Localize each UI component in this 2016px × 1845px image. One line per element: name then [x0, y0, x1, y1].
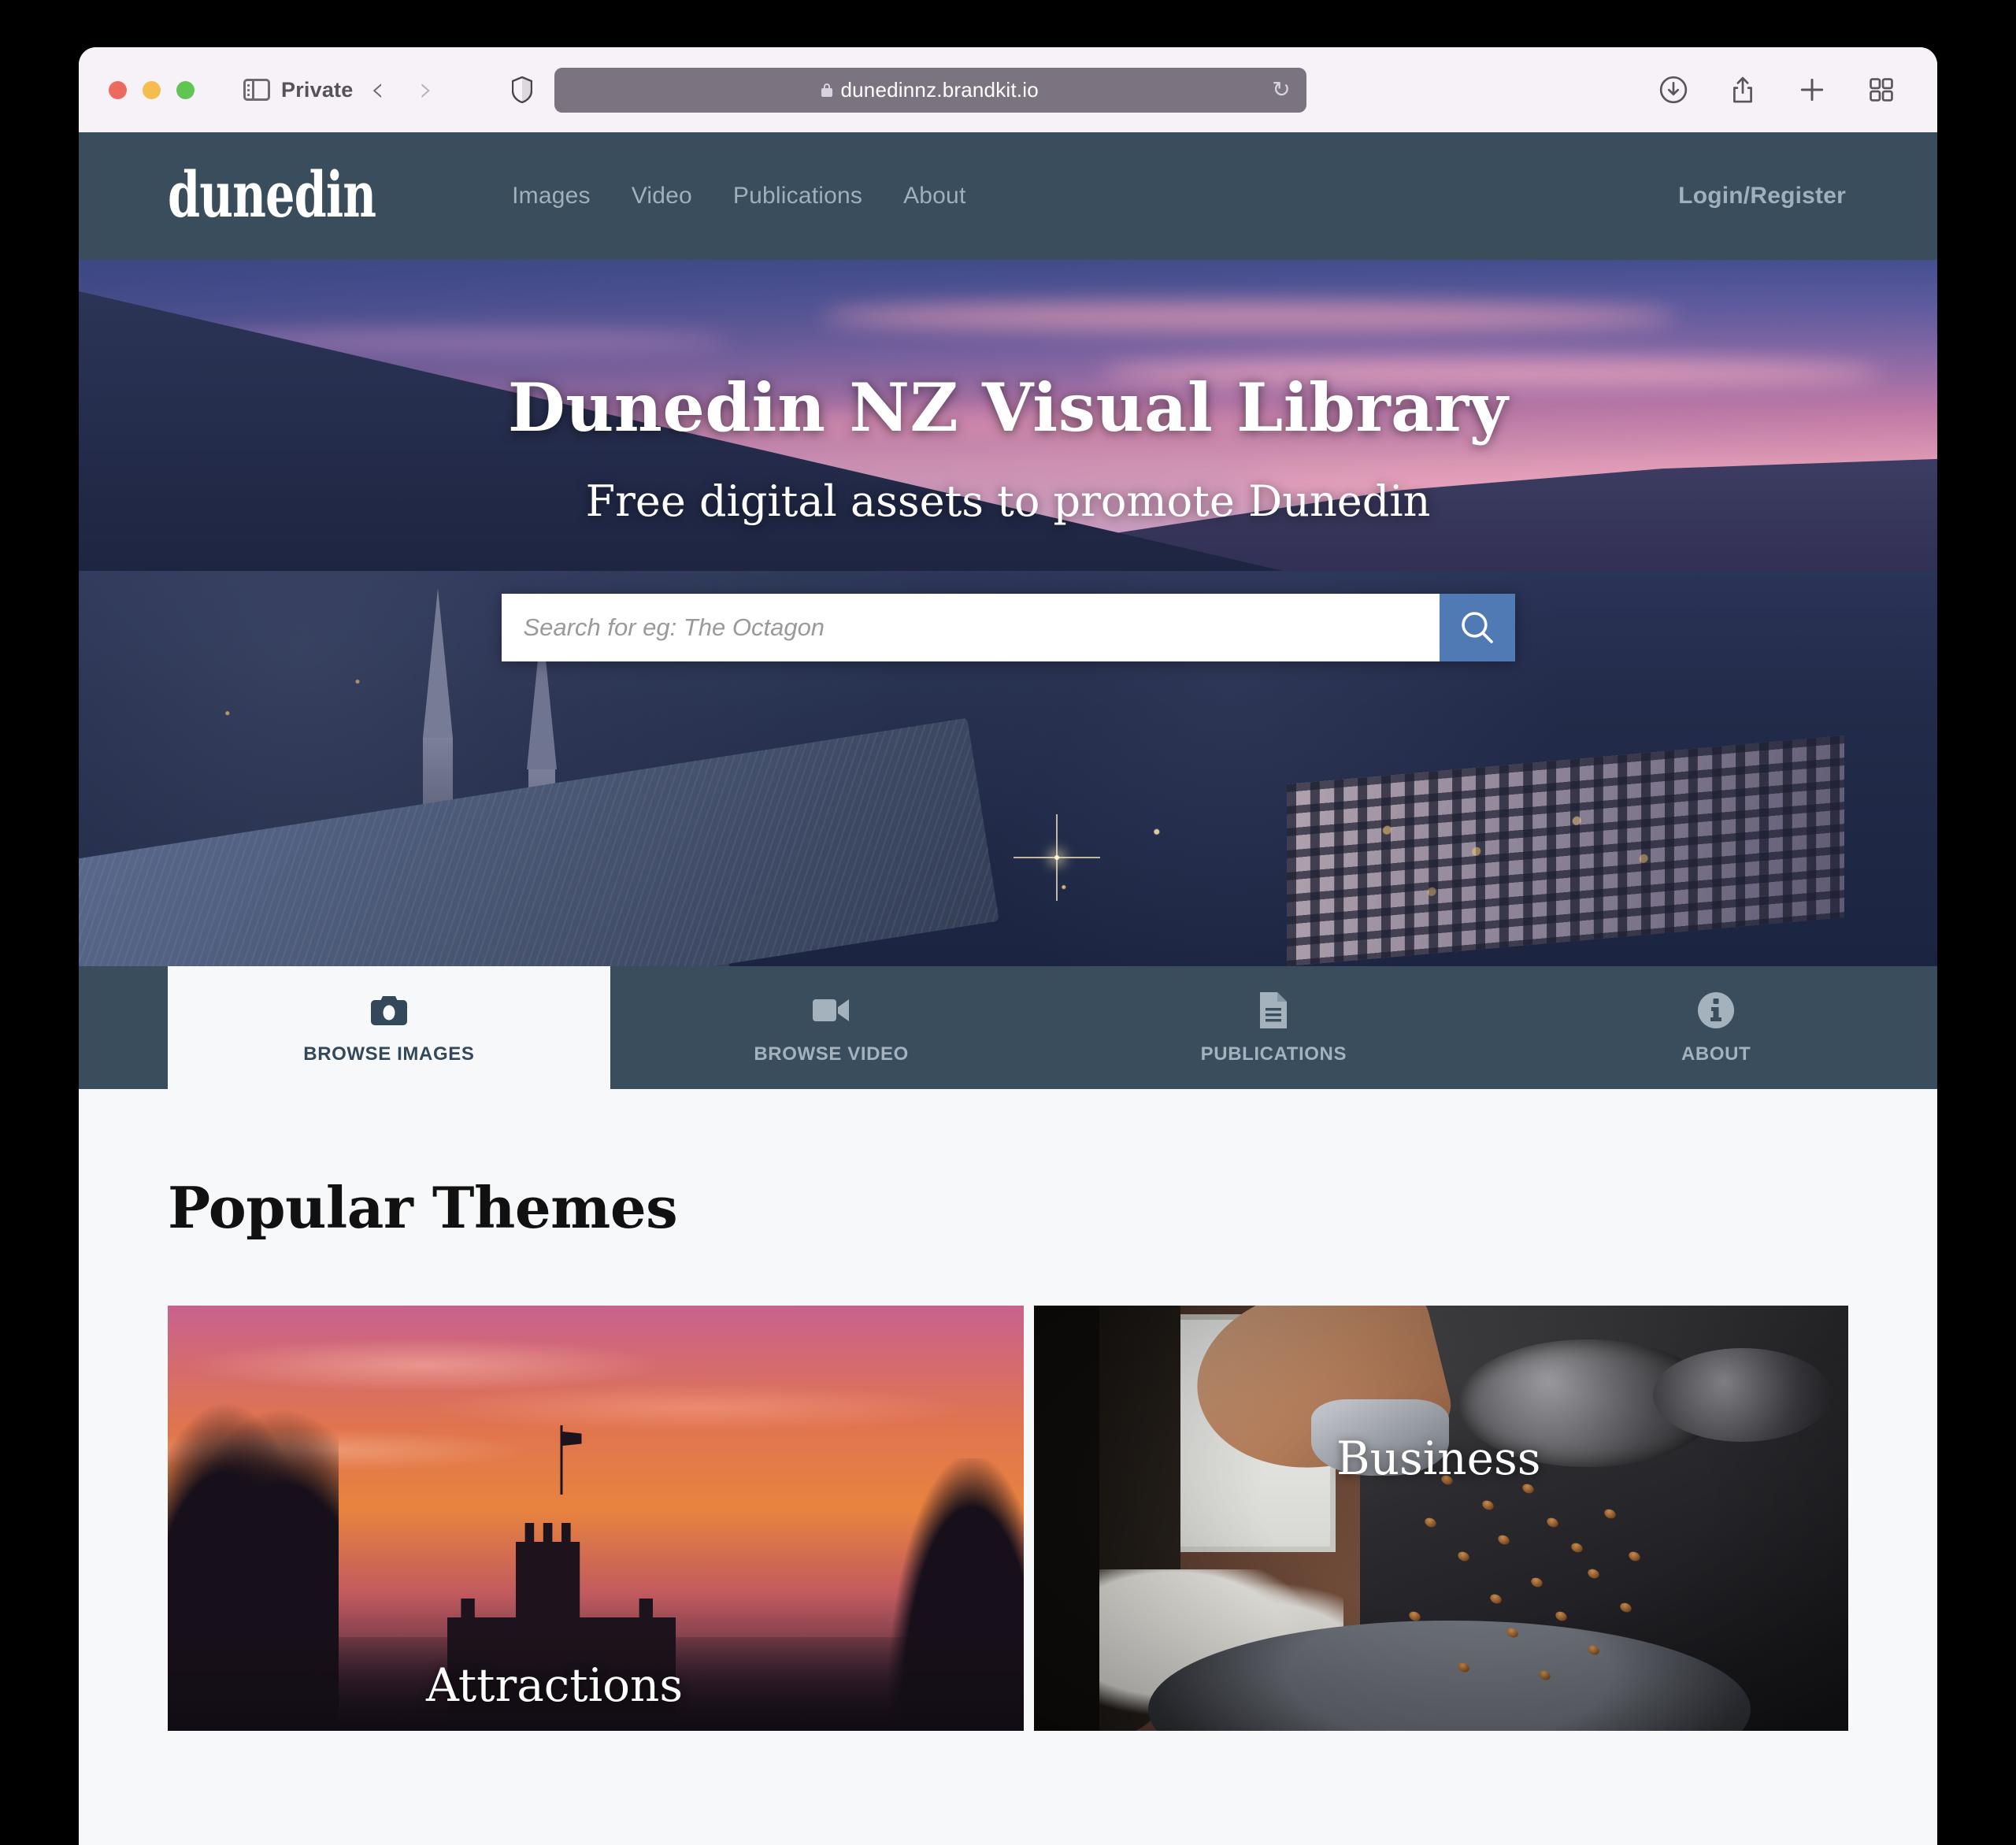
hero-banner: Dunedin NZ Visual Library Free digital a…: [79, 260, 1937, 966]
close-window-button[interactable]: [109, 80, 127, 99]
camera-icon: [369, 990, 410, 1031]
window-controls[interactable]: [109, 80, 195, 99]
search-submit-button[interactable]: [1439, 594, 1515, 661]
download-icon[interactable]: [1658, 75, 1688, 105]
lock-icon: [821, 83, 833, 97]
back-button[interactable]: ‹: [353, 72, 402, 107]
search-icon: [1461, 612, 1493, 643]
hero-subtitle: Free digital assets to promote Dunedin: [585, 476, 1431, 526]
business-thumbnail: [1034, 1306, 1848, 1731]
theme-label: Attractions: [426, 1658, 684, 1712]
popular-themes-grid: Attractions Business: [168, 1306, 1848, 1731]
nav-item-about[interactable]: About: [883, 183, 986, 209]
theme-card-attractions[interactable]: Attractions: [168, 1306, 1024, 1731]
sidebar-icon[interactable]: [243, 79, 270, 101]
tab-browse-images[interactable]: BROWSE IMAGES: [168, 966, 610, 1089]
address-bar[interactable]: dunedinnz.brandkit.io ↻: [554, 67, 1306, 113]
tab-browse-video[interactable]: BROWSE VIDEO: [610, 966, 1053, 1089]
site-header: dunedin Images Video Publications About …: [79, 132, 1937, 260]
section-tabs: BROWSE IMAGES BROWSE VIDEO PUBLICATIONS …: [79, 966, 1937, 1089]
tab-label: PUBLICATIONS: [1200, 1043, 1347, 1065]
theme-card-business[interactable]: Business: [1034, 1306, 1848, 1731]
info-circle-icon: [1696, 990, 1736, 1031]
url-text: dunedinnz.brandkit.io: [840, 77, 1039, 102]
tab-about[interactable]: ABOUT: [1495, 966, 1937, 1089]
video-camera-icon: [811, 990, 852, 1031]
login-register-link[interactable]: Login/Register: [1678, 183, 1846, 209]
site-logo[interactable]: dunedin: [168, 164, 376, 228]
search-input[interactable]: [501, 594, 1440, 661]
tab-label: BROWSE VIDEO: [754, 1043, 909, 1065]
browser-toolbar: Private ‹ › dunedinnz.brandkit.io ↻: [79, 47, 1937, 132]
hero-search-bar: [501, 594, 1515, 661]
nav-item-images[interactable]: Images: [491, 183, 611, 209]
hero-title: Dunedin NZ Visual Library: [507, 369, 1509, 446]
maximize-window-button[interactable]: [176, 80, 195, 99]
browser-window: Private ‹ › dunedinnz.brandkit.io ↻ dune…: [79, 47, 1937, 1845]
share-icon[interactable]: [1728, 75, 1758, 105]
theme-label: Business: [1336, 1432, 1541, 1485]
reload-button[interactable]: ↻: [1272, 79, 1290, 101]
tab-overview-icon[interactable]: [1866, 75, 1896, 105]
tab-label: ABOUT: [1681, 1043, 1751, 1065]
nav-item-publications[interactable]: Publications: [713, 183, 883, 209]
main-content: Popular Themes Attractions Business: [79, 1089, 1937, 1845]
page-title: Popular Themes: [168, 1174, 678, 1241]
minimize-window-button[interactable]: [143, 80, 161, 99]
tab-label: BROWSE IMAGES: [303, 1043, 475, 1065]
tab-publications[interactable]: PUBLICATIONS: [1053, 966, 1495, 1089]
document-icon: [1258, 990, 1289, 1031]
nav-item-video[interactable]: Video: [611, 183, 713, 209]
plus-icon[interactable]: [1797, 75, 1827, 105]
forward-button[interactable]: ›: [402, 72, 450, 107]
shield-icon[interactable]: [511, 76, 532, 103]
private-mode-label: Private: [281, 77, 354, 102]
main-navigation: Images Video Publications About: [491, 183, 986, 209]
